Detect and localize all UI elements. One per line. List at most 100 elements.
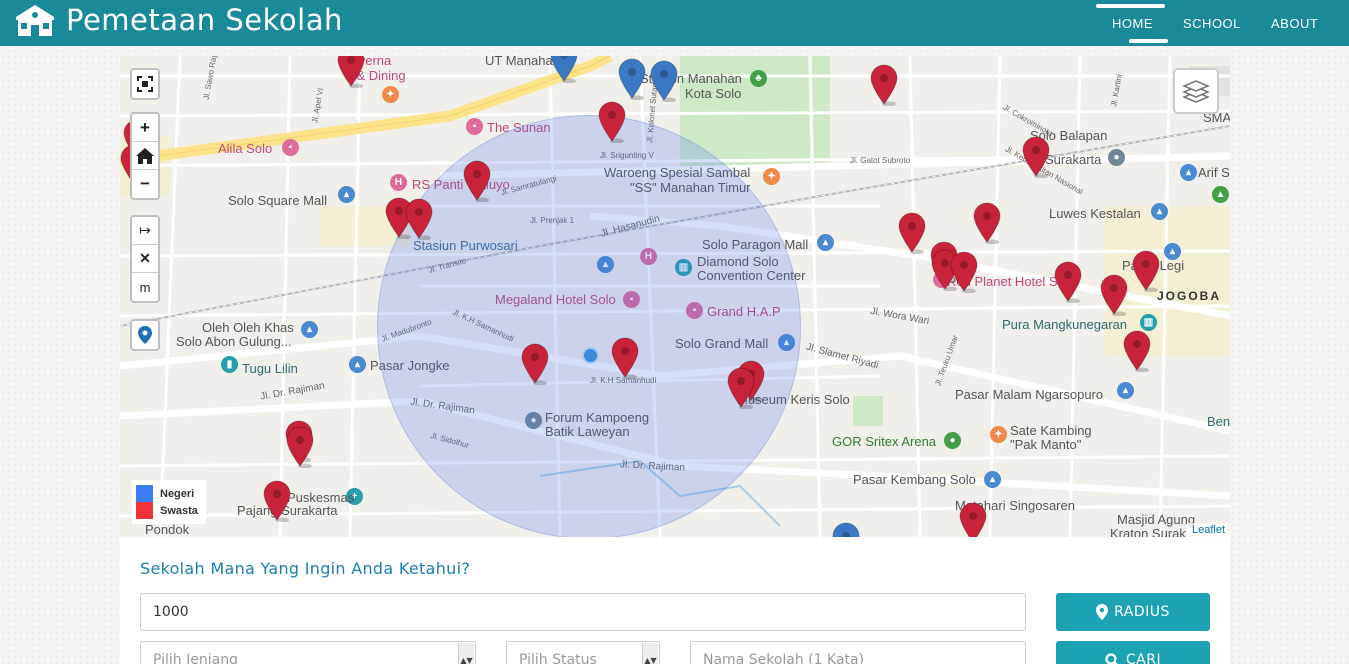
place-label: Pasar Kembang Solo: [853, 472, 976, 487]
school-marker-swasta[interactable]: [973, 202, 1001, 244]
museum-icon: ▥: [1140, 314, 1157, 331]
radius-button-label: RADIUS: [1114, 604, 1170, 620]
brand[interactable]: Pemetaan Sekolah: [14, 3, 343, 37]
place-label: JOGOBA: [1157, 289, 1222, 303]
shopping-icon: ▴: [338, 186, 355, 203]
school-marker-swasta[interactable]: [870, 64, 898, 106]
place-label: Pasar Malam Ngarsopuro: [955, 387, 1104, 402]
legend-item-negeri: Negeri: [136, 485, 202, 502]
hotel-icon: ▪: [466, 118, 483, 135]
legend-item-swasta: Swasta: [136, 502, 202, 519]
place-label: Kraton Surak: [1110, 526, 1186, 537]
landmark-icon: ●: [1108, 149, 1125, 166]
monument-icon: ▮: [221, 356, 238, 373]
school-marker-swasta[interactable]: [727, 367, 755, 409]
status-select[interactable]: Pilih Status ▲▼: [506, 641, 660, 664]
school-marker-negeri[interactable]: [550, 56, 578, 83]
jenjang-select-value: Pilih Jenjang: [153, 652, 238, 664]
nav-school[interactable]: SCHOOL: [1183, 16, 1241, 31]
layers-control[interactable]: [1173, 68, 1219, 114]
shopping-icon: ▴: [301, 321, 318, 338]
school-marker-negeri[interactable]: [650, 60, 678, 102]
place-label: Masjid Agung: [1117, 512, 1196, 527]
search-button-label: CARI: [1125, 652, 1162, 664]
school-marker-swasta[interactable]: [263, 480, 291, 522]
place-label: Pondok: [145, 522, 190, 537]
school-marker-negeri[interactable]: [832, 522, 860, 537]
fullscreen-control[interactable]: [130, 68, 160, 100]
place-label: Kota Solo: [685, 86, 742, 101]
search-icon: [1105, 652, 1120, 664]
home-button[interactable]: [132, 142, 158, 170]
legend-swatch-swasta: [136, 502, 153, 519]
nav-active-indicator-top: [1096, 4, 1165, 8]
place-label: Luwes Kestalan: [1049, 206, 1141, 221]
school-marker-swasta[interactable]: [611, 337, 639, 379]
radius-input[interactable]: 1000: [140, 593, 1026, 631]
shopping-icon: ▴: [1117, 382, 1134, 399]
school-marker-negeri[interactable]: [618, 58, 646, 100]
place-label: Solo Abon Gulung...: [176, 334, 292, 349]
measure-line-button[interactable]: ↦: [132, 217, 158, 245]
school-marker-swasta[interactable]: [598, 101, 626, 143]
locate-control[interactable]: [130, 319, 160, 351]
nav-about[interactable]: ABOUT: [1271, 16, 1318, 31]
place-label: Tugu Lilin: [242, 361, 298, 376]
place-label: GOR Sritex Arena: [832, 434, 937, 449]
school-marker-swasta[interactable]: [405, 198, 433, 240]
school-marker-swasta[interactable]: [1054, 261, 1082, 303]
legend-label: Swasta: [160, 504, 198, 517]
place-label: Alila Solo: [218, 141, 273, 156]
measure-control: ↦ ✕ m: [130, 215, 160, 303]
status-select-value: Pilih Status: [519, 652, 597, 664]
place-label: Sate Kambing: [1010, 423, 1092, 438]
park-icon: ♣: [750, 70, 767, 87]
school-marker-swasta[interactable]: [337, 56, 365, 88]
zoom-out-button[interactable]: −: [132, 170, 158, 198]
school-marker-swasta[interactable]: [286, 426, 314, 468]
restaurant-icon: ✦: [763, 168, 780, 185]
map[interactable]: Jl. Sawo Raya Jl. Apel VI Jl. Kolonel Su…: [120, 56, 1230, 537]
chevron-down-icon: ▲▼: [642, 643, 658, 664]
school-marker-swasta[interactable]: [463, 160, 491, 202]
radius-button[interactable]: RADIUS: [1056, 593, 1210, 631]
restaurant-icon: ✦: [990, 426, 1007, 443]
place-label: Solo Square Mall: [228, 193, 327, 208]
navbar: Pemetaan Sekolah HOME SCHOOL ABOUT: [0, 0, 1349, 46]
nav-home[interactable]: HOME: [1112, 16, 1153, 31]
nav-active-indicator: [1129, 39, 1168, 43]
app-title: Pemetaan Sekolah: [66, 3, 343, 37]
shopping-icon: ▴: [984, 471, 1001, 488]
map-marker-icon: [1096, 604, 1109, 620]
search-radius-circle: [377, 115, 801, 537]
zoom-in-button[interactable]: +: [132, 114, 158, 142]
school-marker-swasta[interactable]: [898, 212, 926, 254]
school-marker-swasta[interactable]: [950, 251, 978, 293]
fullscreen-icon[interactable]: [132, 70, 158, 98]
hospital-icon: H: [390, 174, 407, 191]
measure-clear-button[interactable]: ✕: [132, 245, 158, 273]
school-name-input[interactable]: Nama Sekolah (1 Kata): [690, 641, 1026, 664]
restaurant-icon: ✦: [382, 86, 399, 103]
chevron-down-icon: ▲▼: [458, 643, 474, 664]
measure-unit-button[interactable]: m: [132, 273, 158, 301]
place-label: "Pak Manto": [1010, 437, 1082, 452]
school-marker-swasta[interactable]: [1100, 274, 1128, 316]
place-label: Surakarta: [1045, 152, 1102, 167]
location-icon[interactable]: [132, 321, 158, 349]
school-marker-swasta[interactable]: [959, 502, 987, 537]
jenjang-select[interactable]: Pilih Jenjang ▲▼: [140, 641, 476, 664]
shopping-icon: ▴: [1151, 203, 1168, 220]
place-label: Pura Mangkunegaran: [1002, 317, 1128, 332]
school-marker-swasta[interactable]: [1132, 250, 1160, 292]
shopping-icon: ▴: [817, 234, 834, 251]
school-marker-swasta[interactable]: [1123, 330, 1151, 372]
legend-label: Negeri: [160, 487, 195, 500]
search-button[interactable]: CARI: [1056, 641, 1210, 664]
shopping-icon: ▴: [349, 356, 366, 373]
school-marker-swasta[interactable]: [1022, 136, 1050, 178]
place-label: UT Manahan: [485, 56, 560, 68]
school-marker-swasta[interactable]: [521, 343, 549, 385]
user-location-dot[interactable]: [582, 347, 599, 364]
leaflet-attribution-link[interactable]: Leaflet: [1186, 523, 1230, 537]
